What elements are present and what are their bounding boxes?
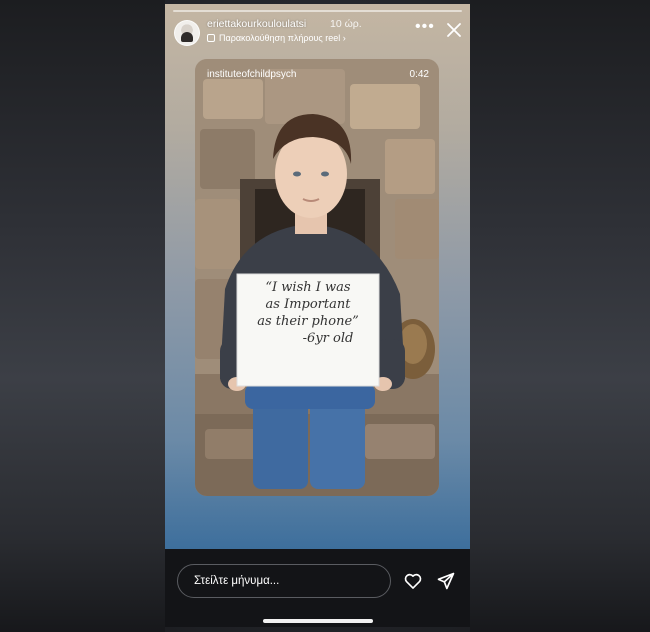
- background-blur-left: [0, 0, 165, 632]
- sign-line: “I wish I was: [265, 280, 351, 295]
- home-indicator: [263, 619, 373, 623]
- watch-full-reel-link[interactable]: Παρακολούθηση πλήρους reel ›: [207, 33, 346, 43]
- heart-icon[interactable]: [403, 571, 423, 591]
- message-placeholder: Στείλτε μήνυμα...: [194, 575, 280, 587]
- reel-photo: [195, 59, 439, 496]
- story-viewer[interactable]: eriettakourkouloulatsi 10 ώρ. Παρακολούθ…: [165, 4, 470, 627]
- reel-duration: 0:42: [409, 69, 429, 80]
- sign-line: -6yr old: [302, 331, 354, 346]
- reel-icon: [207, 34, 215, 42]
- sign-text: “I wish I was as Important as their phon…: [239, 279, 377, 347]
- background-blur-right: [470, 0, 650, 632]
- story-username[interactable]: eriettakourkouloulatsi: [207, 18, 306, 30]
- user-avatar[interactable]: [174, 20, 200, 46]
- story-time: 10 ώρ.: [330, 18, 362, 30]
- reel-video[interactable]: instituteofchildpsych 0:42 “I wish I was…: [195, 59, 439, 496]
- reel-link-label: Παρακολούθηση πλήρους reel ›: [219, 33, 346, 43]
- story-progress-bar: [173, 10, 462, 12]
- reel-username[interactable]: instituteofchildpsych: [207, 69, 297, 80]
- reply-bar: Στείλτε μήνυμα...: [165, 549, 470, 627]
- more-icon[interactable]: •••: [415, 19, 435, 35]
- send-icon[interactable]: [436, 571, 456, 591]
- sign-line: as their phone”: [257, 314, 359, 329]
- close-icon[interactable]: [446, 22, 462, 38]
- sign-line: as Important: [265, 297, 351, 312]
- message-input[interactable]: Στείλτε μήνυμα...: [177, 564, 391, 598]
